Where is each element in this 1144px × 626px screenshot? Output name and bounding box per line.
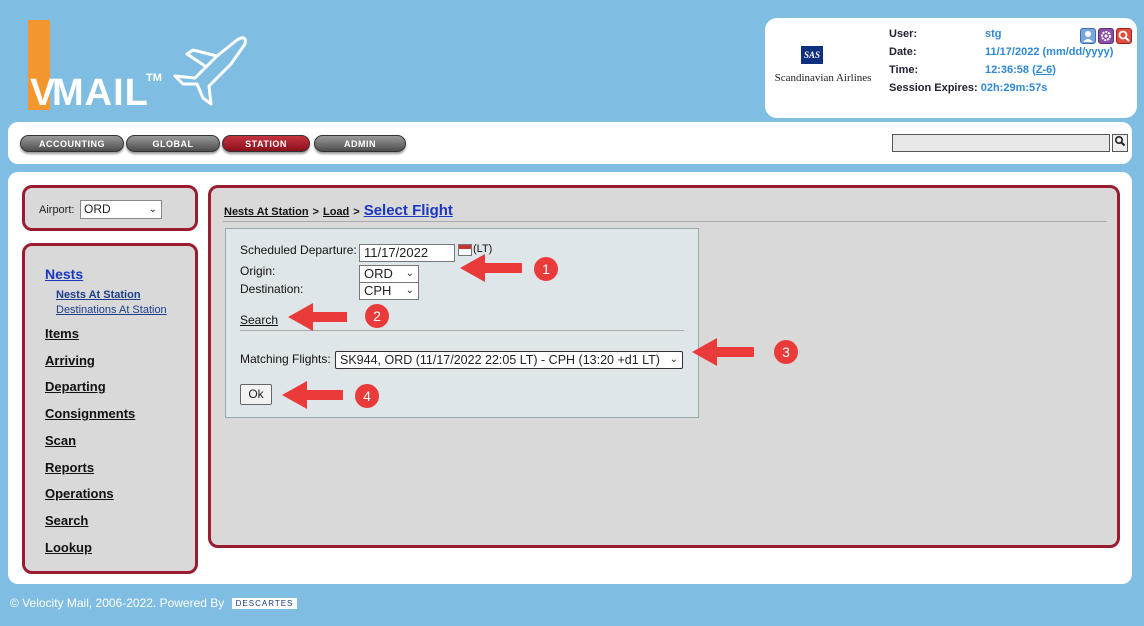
descartes-logo[interactable]: DESCARTES [231,598,298,610]
footer: © Velocity Mail, 2006-2022. Powered By D… [10,596,298,610]
annotation-marker-2: 2 [365,304,389,328]
annotation-arrows [282,254,754,409]
annotation-marker-4: 4 [355,384,379,408]
arrow-3 [692,338,754,366]
annotation-marker-3: 3 [774,340,798,364]
arrow-4 [282,381,343,409]
footer-copyright: © Velocity Mail, 2006-2022. Powered By [10,596,225,610]
arrow-2 [288,303,347,331]
annotation-marker-1: 1 [534,257,558,281]
arrow-1 [460,254,522,282]
